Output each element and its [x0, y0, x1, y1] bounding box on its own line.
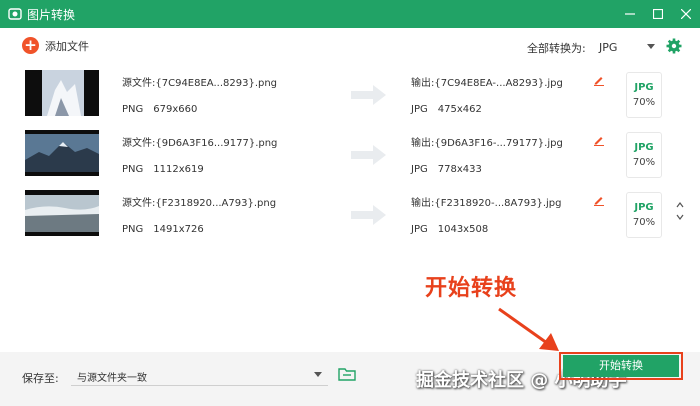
output-format: JPG	[411, 164, 428, 175]
output-dimensions: 475x462	[437, 104, 482, 115]
source-dimensions: 1112x619	[153, 164, 204, 175]
close-button[interactable]	[672, 0, 700, 28]
source-filename: {9D6A3F16...9177}.png	[155, 138, 278, 149]
thumbnail-image	[25, 190, 99, 236]
annotation-text: 开始转换	[425, 276, 518, 301]
start-convert-button[interactable]: 开始转换	[563, 355, 679, 377]
output-label: 输出:	[411, 198, 435, 209]
format-value: JPG	[599, 40, 618, 54]
source-format: PNG	[122, 164, 144, 175]
source-label: 源文件:	[122, 78, 156, 89]
source-format: PNG	[122, 104, 144, 115]
save-location-value: 与源文件夹一致	[77, 373, 147, 384]
arrow-right-icon	[351, 205, 386, 225]
format-quality-box[interactable]: JPG 70%	[626, 72, 662, 118]
gear-icon[interactable]	[666, 38, 682, 54]
quality-value: 70%	[632, 217, 656, 228]
output-filename: {F2318920-...8A793}.jpg	[434, 198, 562, 209]
source-dimensions: 679x660	[153, 104, 198, 115]
format-select[interactable]: JPG	[593, 36, 661, 58]
minimize-button[interactable]	[616, 0, 644, 28]
output-dimensions: 778x433	[437, 164, 482, 175]
format-tag: JPG	[634, 82, 654, 93]
output-dimensions: 1043x508	[437, 224, 489, 235]
maximize-button[interactable]	[644, 0, 672, 28]
add-file-button[interactable]: + 添加文件	[22, 37, 89, 54]
arrow-right-icon	[351, 145, 386, 165]
pencil-icon[interactable]	[593, 194, 605, 206]
plus-icon: +	[22, 37, 39, 54]
add-file-label: 添加文件	[45, 39, 89, 53]
output-format: JPG	[411, 104, 428, 115]
output-format: JPG	[411, 224, 428, 235]
file-row: 源文件:{7C94E8EA...8293}.png PNG 679x660 输出:…	[18, 66, 682, 124]
format-quality-box[interactable]: JPG 70%	[626, 192, 662, 238]
output-label: 输出:	[411, 138, 435, 149]
pencil-icon[interactable]	[593, 134, 605, 146]
source-label: 源文件:	[122, 198, 156, 209]
save-location-select[interactable]: 与源文件夹一致	[71, 364, 328, 386]
quality-value: 70%	[632, 97, 656, 108]
output-label: 输出:	[411, 78, 435, 89]
scroll-up-down-icon[interactable]	[675, 200, 685, 222]
source-filename: {F2318920...A793}.png	[155, 198, 277, 209]
chevron-down-icon	[647, 44, 655, 49]
quality-value: 70%	[632, 157, 656, 168]
chevron-down-icon	[314, 372, 322, 377]
thumbnail-image	[25, 130, 99, 176]
folder-icon[interactable]	[338, 367, 356, 381]
annotation-arrow-icon	[498, 307, 559, 351]
source-label: 源文件:	[122, 138, 156, 149]
pencil-icon[interactable]	[593, 74, 605, 86]
format-quality-box[interactable]: JPG 70%	[626, 132, 662, 178]
output-filename: {9D6A3F16-...79177}.jpg	[434, 138, 563, 149]
toolbar: + 添加文件 全部转换为: JPG	[0, 28, 700, 64]
source-format: PNG	[122, 224, 144, 235]
arrow-right-icon	[351, 85, 386, 105]
source-filename: {7C94E8EA...8293}.png	[155, 78, 278, 89]
thumbnail-image	[25, 70, 99, 116]
save-to-label: 保存至:	[22, 372, 59, 385]
source-dimensions: 1491x726	[153, 224, 204, 235]
convert-all-label: 全部转换为:	[527, 42, 586, 55]
title-bar: 图片转换	[0, 0, 700, 28]
window-title: 图片转换	[27, 7, 76, 22]
bottom-bar: 保存至: 与源文件夹一致 掘金技术社区 @ 小明助手 开始转换	[0, 352, 700, 406]
format-tag: JPG	[634, 202, 654, 213]
format-tag: JPG	[634, 142, 654, 153]
app-icon	[8, 8, 22, 20]
output-filename: {7C94E8EA-...A8293}.jpg	[434, 78, 563, 89]
file-row: 源文件:{9D6A3F16...9177}.png PNG 1112x619 输出…	[18, 126, 682, 184]
file-list: 源文件:{7C94E8EA...8293}.png PNG 679x660 输出:…	[18, 66, 682, 244]
file-row: 源文件:{F2318920...A793}.png PNG 1491x726 输出…	[18, 186, 682, 244]
